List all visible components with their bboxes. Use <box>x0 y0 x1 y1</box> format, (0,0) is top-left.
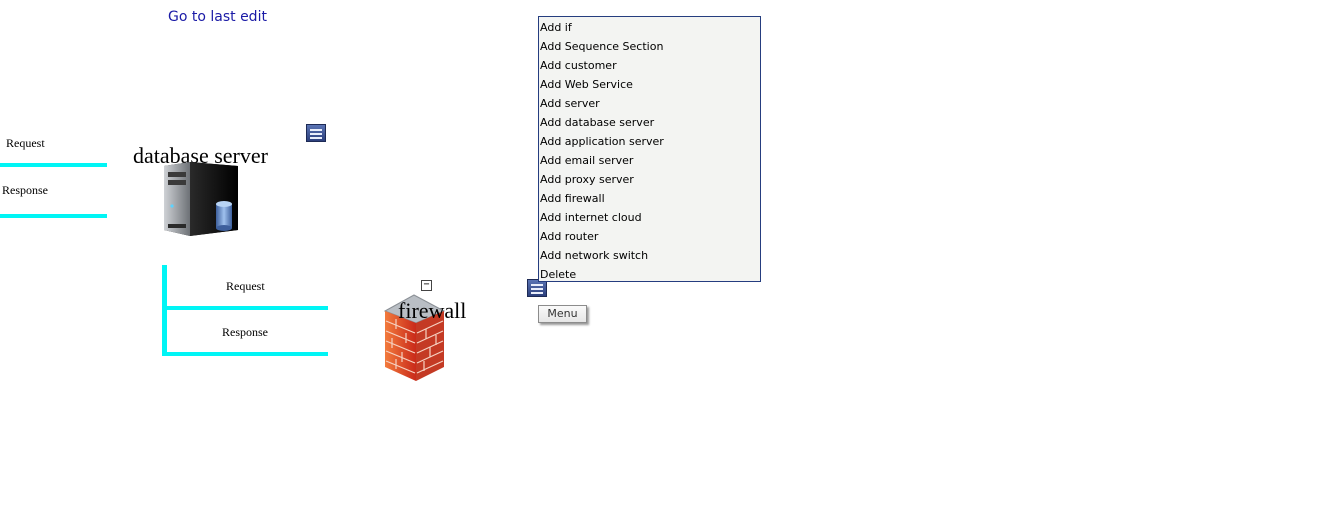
database-server-icon[interactable] <box>160 160 240 238</box>
top-response-line <box>0 214 107 218</box>
menu-item-add-web-service[interactable]: Add Web Service <box>539 75 760 94</box>
menu-item-add-database-server[interactable]: Add database server <box>539 113 760 132</box>
bottom-connector-vertical-line <box>162 265 167 356</box>
menu-item-add-application-server[interactable]: Add application server <box>539 132 760 151</box>
menu-item-add-if[interactable]: Add if <box>539 18 760 37</box>
bottom-response-line <box>162 352 328 356</box>
firewall-collapse-button[interactable]: − <box>421 280 432 291</box>
menu-item-add-proxy-server[interactable]: Add proxy server <box>539 170 760 189</box>
context-menu: Add if Add Sequence Section Add customer… <box>538 16 761 282</box>
menu-item-add-email-server[interactable]: Add email server <box>539 151 760 170</box>
go-to-last-edit-link[interactable]: Go to last edit <box>168 9 267 25</box>
bottom-request-line <box>162 306 328 310</box>
menu-item-add-server[interactable]: Add server <box>539 94 760 113</box>
menu-item-add-internet-cloud[interactable]: Add internet cloud <box>539 208 760 227</box>
menu-item-add-network-switch[interactable]: Add network switch <box>539 246 760 265</box>
top-request-line <box>0 163 107 167</box>
top-request-label: Request <box>6 136 45 150</box>
menu-item-delete[interactable]: Delete <box>539 265 760 281</box>
firewall-title: firewall <box>398 298 467 323</box>
menu-item-add-customer[interactable]: Add customer <box>539 56 760 75</box>
menu-item-add-router[interactable]: Add router <box>539 227 760 246</box>
bottom-request-label: Request <box>226 279 265 293</box>
top-response-label: Response <box>2 183 48 197</box>
database-node-menu-icon[interactable] <box>306 124 326 142</box>
menu-item-add-sequence-section[interactable]: Add Sequence Section <box>539 37 760 56</box>
menu-item-add-firewall[interactable]: Add firewall <box>539 189 760 208</box>
menu-button[interactable]: Menu <box>538 305 587 323</box>
bottom-response-label: Response <box>222 325 268 339</box>
